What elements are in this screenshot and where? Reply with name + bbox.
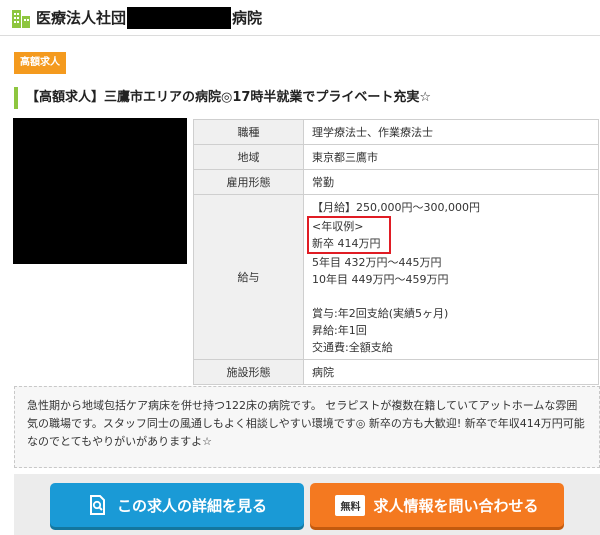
job-title: 【高額求人】三鷹市エリアの病院◎17時半就業でプライベート充実☆ — [14, 87, 431, 109]
view-details-button[interactable]: この求人の詳細を見る — [50, 483, 304, 527]
job-description: 急性期から地域包括ケア病床を併せ持つ122床の病院です。 セラピストが複数在籍し… — [14, 386, 600, 468]
salary-raise: 昇給:年1回 — [312, 323, 367, 337]
row-value-job-type: 理学療法士、作業療法士 — [303, 119, 599, 145]
row-label-salary: 給与 — [193, 194, 304, 360]
salary-monthly: 【月給】250,000円～300,000円 — [312, 200, 480, 214]
inquire-button[interactable]: 無料 求人情報を問い合わせる — [310, 483, 564, 527]
income-new-grad: 新卒 414万円 — [312, 236, 381, 250]
income-example-highlight: <年収例> 新卒 414万円 — [307, 215, 391, 254]
table-row: 給与 【月給】250,000円～300,000円 <年収例> 新卒 414万円 … — [193, 194, 599, 360]
table-row: 施設形態 病院 — [193, 359, 599, 385]
view-details-label: この求人の詳細を見る — [116, 496, 267, 515]
table-row: 地域 東京都三鷹市 — [193, 144, 599, 170]
redacted-name — [127, 6, 232, 29]
income-year5: 5年目 432万円～445万円 — [312, 255, 442, 269]
row-value-employment: 常勤 — [303, 169, 599, 195]
row-value-facility: 病院 — [303, 359, 599, 385]
free-tag: 無料 — [335, 494, 366, 516]
table-row: 職種 理学療法士、作業療法士 — [193, 119, 599, 145]
facility-photo — [13, 118, 187, 264]
table-row: 雇用形態 常勤 — [193, 169, 599, 195]
salary-bonus: 賞与:年2回支給(実績5ヶ月) — [312, 306, 449, 320]
row-value-region: 東京都三鷹市 — [303, 144, 599, 170]
salary-transport: 交通費:全額支給 — [312, 340, 393, 354]
job-info-table: 職種 理学療法士、作業療法士 地域 東京都三鷹市 雇用形態 常勤 給与 【月給】… — [193, 119, 599, 385]
row-label-facility: 施設形態 — [193, 359, 304, 385]
action-bar: この求人の詳細を見る 無料 求人情報を問い合わせる — [14, 474, 600, 535]
document-search-icon — [89, 495, 105, 515]
row-label-job-type: 職種 — [193, 119, 304, 145]
hospital-name-suffix: 病院 — [232, 9, 263, 27]
row-label-region: 地域 — [193, 144, 304, 170]
row-label-employment: 雇用形態 — [193, 169, 304, 195]
hospital-name: 医療法人社団 病院 — [36, 6, 263, 29]
row-value-salary: 【月給】250,000円～300,000円 <年収例> 新卒 414万円 5年目… — [303, 194, 599, 360]
inquire-label: 求人情報を問い合わせる — [373, 496, 539, 515]
page-header: 医療法人社団 病院 — [0, 0, 600, 36]
high-salary-badge: 高額求人 — [14, 52, 66, 74]
income-year10: 10年目 449万円～459万円 — [312, 272, 449, 286]
income-example-title: <年収例> — [312, 219, 364, 233]
building-icon — [12, 9, 30, 28]
hospital-name-prefix: 医療法人社団 — [36, 9, 127, 27]
